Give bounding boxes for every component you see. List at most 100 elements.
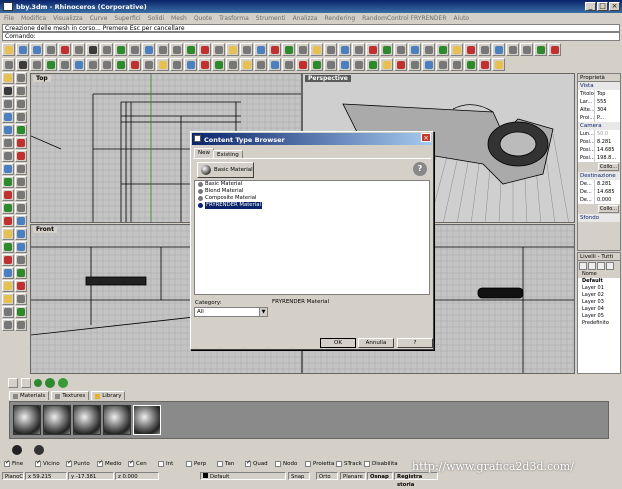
sphere-green-icon[interactable] bbox=[34, 379, 42, 387]
draw-tool-icon[interactable] bbox=[15, 137, 27, 149]
layer-row[interactable]: Layer 02 bbox=[578, 292, 620, 299]
property-value[interactable]: 14.685 bbox=[595, 188, 620, 196]
draw-tool-icon[interactable] bbox=[2, 202, 14, 214]
ok-button[interactable]: OK bbox=[320, 338, 356, 348]
toolbar-tool-icon[interactable] bbox=[324, 58, 337, 71]
toolbar-tool-icon[interactable] bbox=[114, 43, 127, 56]
toolbar-tool-icon[interactable] bbox=[212, 58, 225, 71]
current-layer[interactable]: Default bbox=[200, 472, 286, 480]
content-type-item[interactable]: FRYRENDER Material bbox=[195, 202, 429, 209]
draw-tool-icon[interactable] bbox=[15, 306, 27, 318]
toolbar-tool-icon[interactable] bbox=[170, 58, 183, 71]
view-section[interactable]: Vista bbox=[578, 82, 620, 90]
preview-sphere-icon[interactable] bbox=[58, 378, 68, 388]
draw-tool-icon[interactable] bbox=[2, 189, 14, 201]
draw-tool-icon[interactable] bbox=[2, 85, 14, 97]
property-row[interactable]: Lun... 50.0 bbox=[578, 130, 620, 138]
menu-item[interactable]: Rendering bbox=[324, 15, 355, 24]
checkbox-icon[interactable] bbox=[364, 461, 370, 467]
toolbar-tool-icon[interactable] bbox=[212, 43, 225, 56]
draw-tool-icon[interactable] bbox=[15, 72, 27, 84]
osnap-checkbox[interactable]: Disabilita bbox=[364, 461, 398, 467]
toolbar-tool-icon[interactable] bbox=[170, 43, 183, 56]
draw-tool-icon[interactable] bbox=[15, 280, 27, 292]
property-value[interactable]: 50.0 bbox=[595, 130, 620, 138]
property-row[interactable]: De... 0.000 bbox=[578, 196, 620, 204]
toolbar-tool-icon[interactable] bbox=[436, 58, 449, 71]
toolbar-tool-icon[interactable] bbox=[352, 58, 365, 71]
toolbar-tool-icon[interactable] bbox=[282, 58, 295, 71]
draw-tool-icon[interactable] bbox=[2, 124, 14, 136]
property-value[interactable]: 304 bbox=[595, 106, 620, 114]
move-down-icon[interactable] bbox=[606, 262, 614, 270]
layer-row[interactable]: Layer 04 bbox=[578, 306, 620, 313]
chevron-down-icon[interactable]: ▼ bbox=[259, 308, 267, 316]
draw-tool-icon[interactable] bbox=[2, 228, 14, 240]
toolbar-tool-icon[interactable] bbox=[450, 43, 463, 56]
property-row[interactable]: De... 14.685 bbox=[578, 188, 620, 196]
planar-toggle[interactable]: Planare bbox=[340, 472, 366, 480]
draw-tool-icon[interactable] bbox=[2, 137, 14, 149]
toolbar-tool-icon[interactable] bbox=[380, 58, 393, 71]
osnap-checkbox[interactable]: Vicino bbox=[35, 459, 60, 467]
osnap-checkbox[interactable]: Perp bbox=[186, 461, 206, 467]
checkbox-icon[interactable] bbox=[128, 459, 134, 467]
property-row[interactable]: Proi... P... bbox=[578, 114, 620, 122]
property-row[interactable]: Alte... 304 bbox=[578, 106, 620, 114]
tab-materials[interactable]: Materials bbox=[9, 391, 50, 400]
toolbar-tool-icon[interactable] bbox=[296, 58, 309, 71]
content-type-item[interactable]: Composite Material bbox=[195, 195, 429, 202]
menu-item[interactable]: Solidi bbox=[148, 15, 164, 24]
command-input[interactable]: Comando: bbox=[2, 32, 620, 41]
material-swatch[interactable] bbox=[73, 405, 101, 435]
toolbar-tool-icon[interactable] bbox=[310, 58, 323, 71]
layer-row[interactable]: Layer 03 bbox=[578, 299, 620, 306]
draw-tool-icon[interactable] bbox=[2, 215, 14, 227]
property-value[interactable]: 8.281 bbox=[595, 138, 620, 146]
osnap-checkbox[interactable]: Int bbox=[158, 461, 173, 467]
grid-view-icon[interactable] bbox=[8, 378, 18, 388]
window-titlebar[interactable]: bby.3dm - Rhinoceros (Corporative) bbox=[0, 0, 622, 13]
toolbar-tool-icon[interactable] bbox=[492, 58, 505, 71]
property-row[interactable]: Lar... 555 bbox=[578, 98, 620, 106]
layer-row[interactable]: Default bbox=[578, 278, 620, 285]
draw-tool-icon[interactable] bbox=[15, 202, 27, 214]
render-sphere-icon[interactable] bbox=[34, 445, 44, 455]
osnap-checkbox[interactable]: Proietta bbox=[305, 461, 334, 467]
draw-tool-icon[interactable] bbox=[2, 111, 14, 123]
property-row[interactable]: Posi... 14.685 bbox=[578, 146, 620, 154]
close-button[interactable]: × bbox=[609, 2, 620, 11]
tab-new[interactable]: New bbox=[194, 148, 214, 157]
toolbar-tool-icon[interactable] bbox=[296, 43, 309, 56]
toolbar-tool-icon[interactable] bbox=[86, 43, 99, 56]
toolbar-tool-icon[interactable] bbox=[58, 58, 71, 71]
help-button[interactable]: ? bbox=[397, 338, 433, 348]
draw-tool-icon[interactable] bbox=[2, 306, 14, 318]
draw-tool-icon[interactable] bbox=[15, 124, 27, 136]
content-type-list[interactable]: Basic Material Blend Material Composite Ma… bbox=[194, 180, 430, 295]
toolbar-tool-icon[interactable] bbox=[352, 43, 365, 56]
toolbar-tool-icon[interactable] bbox=[184, 43, 197, 56]
toolbar-tool-icon[interactable] bbox=[156, 58, 169, 71]
toolbar-tool-icon[interactable] bbox=[338, 58, 351, 71]
osnap-checkbox[interactable]: Fine bbox=[4, 459, 23, 467]
checkbox-icon[interactable] bbox=[35, 459, 41, 467]
toolbar-tool-icon[interactable] bbox=[142, 43, 155, 56]
rhino-app-icon[interactable] bbox=[3, 2, 13, 11]
toolbar-tool-icon[interactable] bbox=[16, 43, 29, 56]
toolbar-tool-icon[interactable] bbox=[506, 43, 519, 56]
osnap-checkbox[interactable]: Quad bbox=[245, 459, 268, 467]
toolbar-tool-icon[interactable] bbox=[268, 58, 281, 71]
toolbar-tool-icon[interactable] bbox=[492, 43, 505, 56]
toolbar-tool-icon[interactable] bbox=[366, 43, 379, 56]
content-type-item[interactable]: Basic Material bbox=[195, 181, 429, 188]
category-select[interactable]: All ▼ bbox=[194, 307, 268, 317]
toolbar-tool-icon[interactable] bbox=[100, 58, 113, 71]
material-swatch[interactable] bbox=[13, 405, 41, 435]
draw-tool-icon[interactable] bbox=[2, 98, 14, 110]
record-history-toggle[interactable]: Registra storia bbox=[394, 472, 438, 488]
property-value[interactable]: 14.685 bbox=[595, 146, 620, 154]
target-section[interactable]: Destinazione bbox=[578, 172, 620, 180]
menu-item[interactable]: File bbox=[4, 15, 14, 24]
toolbar-tool-icon[interactable] bbox=[100, 43, 113, 56]
